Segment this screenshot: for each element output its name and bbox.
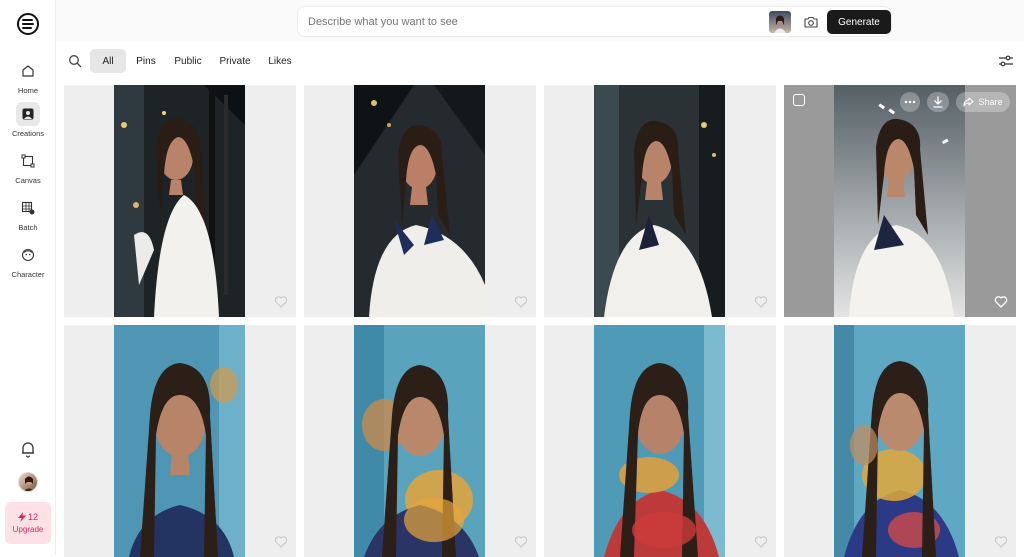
sidebar: Home Creations Canvas Batch Character 12…: [0, 0, 56, 555]
canvas-icon: [16, 149, 40, 173]
batch-icon: [16, 196, 40, 220]
sidebar-item-label: Canvas: [15, 176, 41, 185]
more-icon: [904, 100, 916, 104]
image-card-hovered[interactable]: Share: [784, 85, 1016, 317]
tab-public[interactable]: Public: [170, 49, 206, 73]
app-logo-icon[interactable]: [16, 12, 40, 36]
download-button[interactable]: [927, 92, 949, 112]
notification-bell-icon[interactable]: [18, 439, 38, 459]
lightning-icon: [17, 512, 26, 522]
image-card[interactable]: [544, 85, 776, 317]
like-heart-icon[interactable]: [514, 295, 528, 309]
upgrade-button[interactable]: 12 Upgrade: [5, 502, 51, 544]
generated-image[interactable]: [354, 85, 485, 317]
image-card[interactable]: [64, 85, 296, 317]
avatar[interactable]: [18, 472, 38, 492]
image-card[interactable]: [784, 325, 1016, 557]
tab-private[interactable]: Private: [216, 49, 254, 73]
filter-bar: All Pins Public Private Likes: [56, 42, 1024, 80]
tab-likes[interactable]: Likes: [264, 49, 296, 73]
image-card[interactable]: [544, 325, 776, 557]
generated-image[interactable]: [594, 325, 725, 557]
tab-all[interactable]: All: [90, 49, 126, 73]
select-checkbox[interactable]: [793, 94, 805, 106]
download-icon: [933, 96, 943, 108]
sidebar-item-label: Character: [11, 270, 45, 279]
generate-button[interactable]: Generate: [827, 10, 891, 34]
share-icon: [963, 97, 975, 107]
image-hover-toolbar: Share: [784, 85, 1016, 119]
credits-count: 12: [17, 512, 38, 522]
share-label: Share: [978, 97, 1003, 107]
tab-pins[interactable]: Pins: [132, 49, 160, 73]
like-heart-icon[interactable]: [754, 295, 768, 309]
reference-image-thumbnail[interactable]: [769, 11, 791, 33]
like-heart-icon[interactable]: [274, 535, 288, 549]
sidebar-item-home[interactable]: Home: [0, 55, 56, 99]
more-options-button[interactable]: [900, 92, 920, 112]
sidebar-item-label: Batch: [18, 223, 38, 232]
generated-image[interactable]: [594, 85, 725, 317]
generated-image[interactable]: [834, 325, 965, 557]
generated-image[interactable]: [354, 325, 485, 557]
generated-image[interactable]: [834, 85, 965, 317]
like-heart-icon[interactable]: [994, 295, 1008, 309]
upgrade-label: Upgrade: [12, 525, 44, 534]
image-card[interactable]: [64, 325, 296, 557]
generated-image[interactable]: [114, 325, 245, 557]
sidebar-item-batch[interactable]: Batch: [0, 192, 56, 236]
image-card[interactable]: [304, 325, 536, 557]
prompt-bar: Generate: [297, 6, 892, 37]
prompt-input[interactable]: [308, 13, 748, 31]
like-heart-icon[interactable]: [274, 295, 288, 309]
top-bar: Generate: [56, 0, 1024, 42]
share-button[interactable]: Share: [956, 92, 1010, 112]
character-icon: [16, 243, 40, 267]
sidebar-item-label: Creations: [11, 129, 45, 138]
like-heart-icon[interactable]: [754, 535, 768, 549]
sidebar-item-creations[interactable]: Creations: [0, 98, 56, 142]
like-heart-icon[interactable]: [994, 535, 1008, 549]
like-heart-icon[interactable]: [514, 535, 528, 549]
home-icon: [16, 59, 40, 83]
sidebar-item-character[interactable]: Character: [0, 239, 56, 283]
sidebar-item-label: Home: [17, 86, 38, 95]
creations-icon: [16, 102, 40, 126]
filter-settings-icon[interactable]: [998, 54, 1014, 68]
search-icon[interactable]: [68, 54, 82, 68]
sidebar-item-canvas[interactable]: Canvas: [0, 145, 56, 189]
generated-image[interactable]: [114, 85, 245, 317]
camera-icon[interactable]: [803, 14, 819, 30]
image-card[interactable]: [304, 85, 536, 317]
